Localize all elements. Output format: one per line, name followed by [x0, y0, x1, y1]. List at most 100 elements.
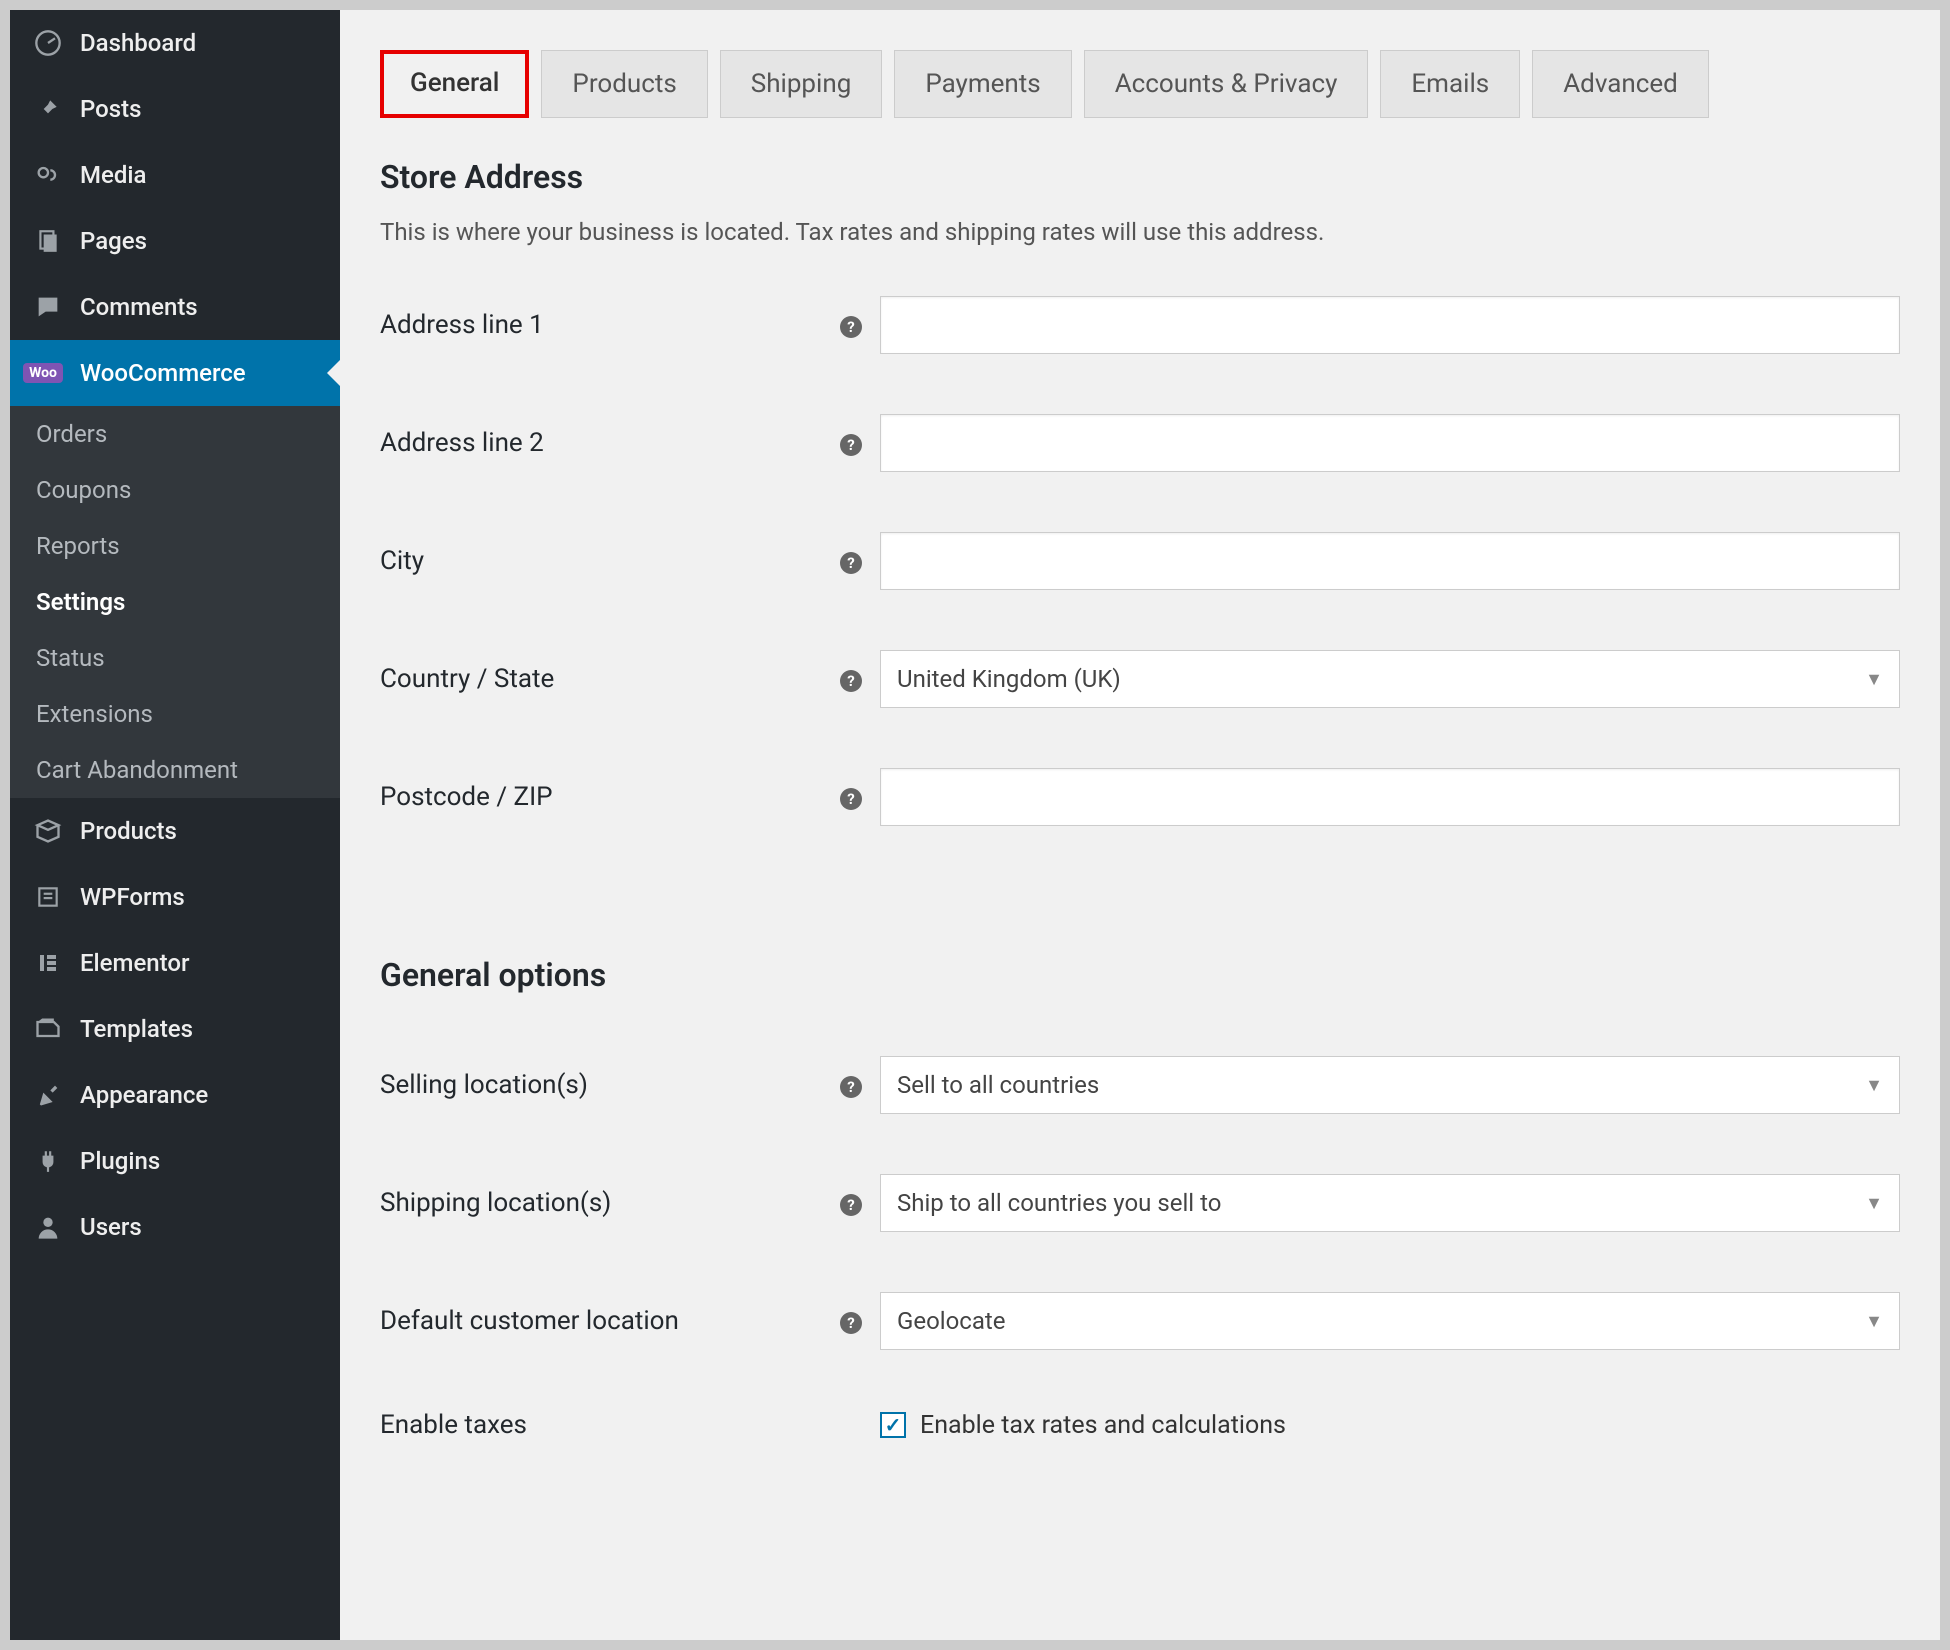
wpforms-icon [30, 882, 66, 912]
sidebar-label: Templates [80, 1015, 193, 1043]
submenu-orders[interactable]: Orders [10, 406, 340, 462]
selling-value: Sell to all countries [897, 1071, 1099, 1099]
postcode-input[interactable] [880, 768, 1900, 826]
pages-icon [30, 226, 66, 256]
sidebar-item-wpforms[interactable]: WPForms [10, 864, 340, 930]
woocommerce-submenu: Orders Coupons Reports Settings Status E… [10, 406, 340, 798]
help-icon[interactable]: ? [840, 1309, 880, 1334]
city-input[interactable] [880, 532, 1900, 590]
sidebar-label: Users [80, 1213, 142, 1241]
row-postcode: Postcode / ZIP ? [380, 768, 1900, 826]
admin-sidebar: Dashboard Posts Media Pages Comments Woo… [10, 10, 340, 1640]
sidebar-item-dashboard[interactable]: Dashboard [10, 10, 340, 76]
tab-payments[interactable]: Payments [894, 50, 1071, 118]
sidebar-label: WooCommerce [80, 359, 246, 387]
label-postcode: Postcode / ZIP [380, 782, 840, 812]
tab-advanced[interactable]: Advanced [1532, 50, 1709, 118]
submenu-extensions[interactable]: Extensions [10, 686, 340, 742]
row-address1: Address line 1 ? [380, 296, 1900, 354]
country-select[interactable]: United Kingdom (UK) ▼ [880, 650, 1900, 708]
label-enable-taxes: Enable taxes [380, 1410, 840, 1440]
sidebar-item-appearance[interactable]: Appearance [10, 1062, 340, 1128]
chevron-down-icon: ▼ [1865, 1311, 1883, 1332]
address2-input[interactable] [880, 414, 1900, 472]
sidebar-item-products[interactable]: Products [10, 798, 340, 864]
shipping-locations-select[interactable]: Ship to all countries you sell to ▼ [880, 1174, 1900, 1232]
users-icon [30, 1212, 66, 1242]
row-shipping-locations: Shipping location(s) ? Ship to all count… [380, 1174, 1900, 1232]
tab-products[interactable]: Products [541, 50, 707, 118]
row-selling-locations: Selling location(s) ? Sell to all countr… [380, 1056, 1900, 1114]
selling-locations-select[interactable]: Sell to all countries ▼ [880, 1056, 1900, 1114]
sidebar-label: Plugins [80, 1147, 160, 1175]
tab-shipping[interactable]: Shipping [720, 50, 883, 118]
row-country: Country / State ? United Kingdom (UK) ▼ [380, 650, 1900, 708]
help-icon[interactable]: ? [840, 313, 880, 338]
label-address1: Address line 1 [380, 310, 840, 340]
chevron-down-icon: ▼ [1865, 1193, 1883, 1214]
sidebar-item-users[interactable]: Users [10, 1194, 340, 1260]
sidebar-item-posts[interactable]: Posts [10, 76, 340, 142]
woo-icon: Woo [30, 358, 66, 388]
submenu-settings[interactable]: Settings [10, 574, 340, 630]
default-location-select[interactable]: Geolocate ▼ [880, 1292, 1900, 1350]
submenu-coupons[interactable]: Coupons [10, 462, 340, 518]
sidebar-item-media[interactable]: Media [10, 142, 340, 208]
tab-accounts-privacy[interactable]: Accounts & Privacy [1084, 50, 1369, 118]
sidebar-label: Appearance [80, 1081, 208, 1109]
label-selling-locations: Selling location(s) [380, 1070, 840, 1100]
label-address2: Address line 2 [380, 428, 840, 458]
tab-general[interactable]: General [380, 50, 529, 118]
row-enable-taxes: Enable taxes ✓ Enable tax rates and calc… [380, 1410, 1900, 1440]
chevron-down-icon: ▼ [1865, 1075, 1883, 1096]
address1-input[interactable] [880, 296, 1900, 354]
sidebar-label: WPForms [80, 883, 185, 911]
sidebar-item-elementor[interactable]: Elementor [10, 930, 340, 996]
submenu-cart-abandonment[interactable]: Cart Abandonment [10, 742, 340, 798]
label-country: Country / State [380, 664, 840, 694]
sidebar-item-pages[interactable]: Pages [10, 208, 340, 274]
help-icon[interactable]: ? [840, 549, 880, 574]
submenu-reports[interactable]: Reports [10, 518, 340, 574]
tab-emails[interactable]: Emails [1380, 50, 1520, 118]
enable-taxes-checkbox[interactable]: ✓ [880, 1412, 906, 1438]
help-icon[interactable]: ? [840, 667, 880, 692]
sidebar-label: Comments [80, 293, 198, 321]
default-loc-value: Geolocate [897, 1307, 1005, 1335]
dashboard-icon [30, 28, 66, 58]
templates-icon [30, 1014, 66, 1044]
store-address-description: This is where your business is located. … [380, 218, 1900, 246]
help-icon[interactable]: ? [840, 785, 880, 810]
sidebar-item-woocommerce[interactable]: Woo WooCommerce [10, 340, 340, 406]
general-options-title: General options [380, 956, 1900, 994]
store-address-title: Store Address [380, 158, 1900, 196]
help-icon[interactable]: ? [840, 1191, 880, 1216]
sidebar-item-plugins[interactable]: Plugins [10, 1128, 340, 1194]
sidebar-label: Posts [80, 95, 141, 123]
main-content: General Products Shipping Payments Accou… [340, 10, 1940, 1640]
products-icon [30, 816, 66, 846]
sidebar-label: Pages [80, 227, 147, 255]
enable-taxes-checkbox-row[interactable]: ✓ Enable tax rates and calculations [880, 1411, 1900, 1440]
row-city: City ? [380, 532, 1900, 590]
sidebar-label: Media [80, 161, 146, 189]
shipping-value: Ship to all countries you sell to [897, 1189, 1221, 1217]
sidebar-item-comments[interactable]: Comments [10, 274, 340, 340]
comment-icon [30, 292, 66, 322]
chevron-down-icon: ▼ [1865, 669, 1883, 690]
sidebar-label: Elementor [80, 949, 189, 977]
submenu-status[interactable]: Status [10, 630, 340, 686]
enable-taxes-checkbox-label: Enable tax rates and calculations [920, 1411, 1286, 1440]
sidebar-item-templates[interactable]: Templates [10, 996, 340, 1062]
label-city: City [380, 546, 840, 576]
label-shipping-locations: Shipping location(s) [380, 1188, 840, 1218]
help-icon[interactable]: ? [840, 1073, 880, 1098]
media-icon [30, 160, 66, 190]
sidebar-label: Products [80, 817, 177, 845]
help-icon[interactable]: ? [840, 431, 880, 456]
appearance-icon [30, 1080, 66, 1110]
pin-icon [30, 94, 66, 124]
country-value: United Kingdom (UK) [897, 665, 1121, 693]
row-default-customer-location: Default customer location ? Geolocate ▼ [380, 1292, 1900, 1350]
label-default-customer-location: Default customer location [380, 1306, 840, 1336]
